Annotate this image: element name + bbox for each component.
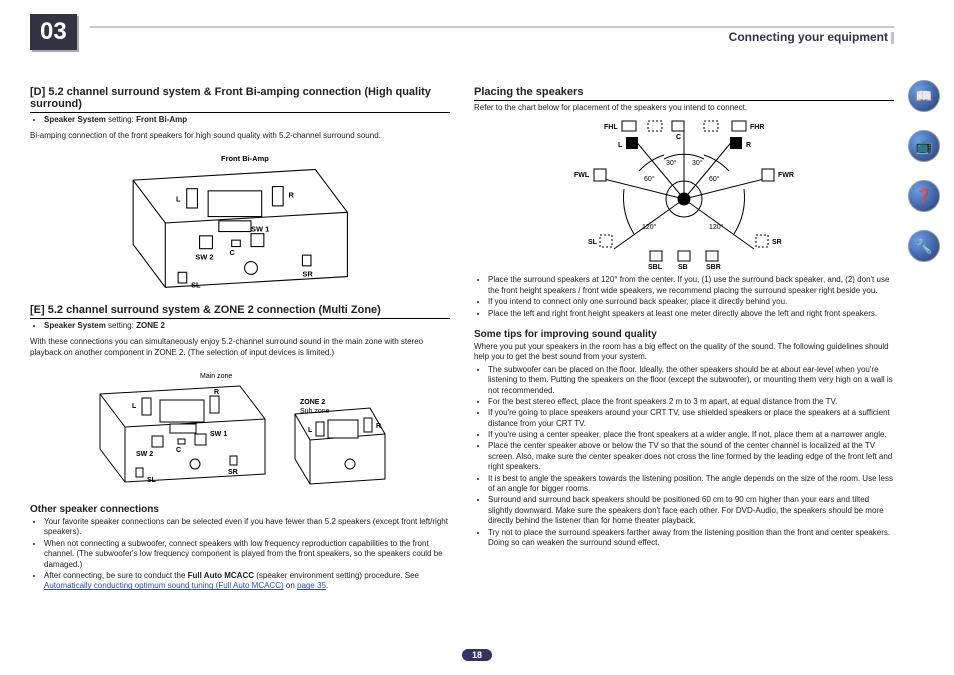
svg-text:L: L [132,403,137,410]
svg-text:120°: 120° [709,223,724,231]
svg-text:C: C [229,248,235,257]
svg-text:R: R [214,389,219,396]
section-e-setting: Speaker System setting: ZONE 2 [44,321,450,331]
svg-text:Sub zone: Sub zone [300,408,330,415]
svg-text:R: R [746,142,751,149]
figure-d: Front Bi-Amp L R C SW 2 SW 1 SL SR [30,148,450,298]
svg-text:FWR: FWR [778,172,794,179]
mcacc-link[interactable]: Automatically conducting optimum sound t… [44,581,284,590]
svg-text:120°: 120° [642,223,657,231]
svg-text:ZONE 2: ZONE 2 [300,399,325,406]
section-d-desc: Bi-amping connection of the front speake… [30,131,450,141]
tips-bullets: The subwoofer can be placed on the floor… [474,365,894,549]
placing-intro: Refer to the chart below for placement o… [474,103,894,113]
svg-text:SB: SB [678,264,688,269]
chapter-badge: 03 [30,14,77,50]
svg-text:30°: 30° [692,159,703,167]
svg-text:Main zone: Main zone [200,373,232,380]
svg-text:SW 1: SW 1 [210,431,227,438]
tips-title: Some tips for improving sound quality [474,329,894,340]
svg-text:FHL: FHL [604,124,618,131]
svg-text:SR: SR [228,469,238,476]
svg-text:R: R [288,190,294,199]
svg-text:C: C [676,134,681,141]
svg-text:L: L [176,194,181,203]
book-icon[interactable]: 📖 [908,80,940,112]
svg-text:SL: SL [191,280,201,289]
svg-text:SW 1: SW 1 [692,119,709,120]
other-bullets: Your favorite speaker connections can be… [30,517,450,592]
header-rule [90,26,894,28]
svg-text:SW 2: SW 2 [136,451,153,458]
svg-text:SW 2: SW 2 [195,252,213,261]
remote-icon[interactable]: 📺 [908,130,940,162]
svg-text:SL: SL [588,239,598,246]
section-e-title: [E] 5.2 channel surround system & ZONE 2… [30,304,450,319]
svg-text:60°: 60° [709,175,720,183]
header-title: Connecting your equipment [723,30,894,44]
svg-text:Front Bi-Amp: Front Bi-Amp [221,154,269,163]
side-icons: 📖 📺 ❓ 🔧 [908,80,940,262]
svg-text:FHR: FHR [750,124,764,131]
svg-text:SR: SR [772,239,782,246]
left-column: [D] 5.2 channel surround system & Front … [30,80,450,598]
other-title: Other speaker connections [30,504,450,515]
svg-text:C: C [176,447,181,454]
svg-text:R: R [376,423,381,430]
svg-text:SW 1: SW 1 [251,224,269,233]
placing-title: Placing the speakers [474,86,894,101]
right-column: Placing the speakers Refer to the chart … [474,80,894,598]
section-d-title: [D] 5.2 channel surround system & Front … [30,86,450,113]
tips-intro: Where you put your speakers in the room … [474,342,894,363]
svg-text:60°: 60° [644,175,655,183]
placing-bullets: Place the surround speakers at 120° from… [474,275,894,319]
svg-text:L: L [308,427,313,434]
figure-e: Main zone ZONE 2 Sub zone L R C SW 2 SW … [30,364,450,494]
tools-icon[interactable]: 🔧 [908,230,940,262]
svg-text:SL: SL [147,477,157,484]
section-d-setting: Speaker System setting: Front Bi-Amp [44,115,450,125]
svg-text:FWL: FWL [574,172,590,179]
svg-text:30°: 30° [666,159,677,167]
page-link[interactable]: page 35 [297,581,326,590]
svg-text:SBR: SBR [706,264,721,269]
svg-text:L: L [618,142,623,149]
svg-text:SBL: SBL [648,264,663,269]
page-number: 18 [462,649,492,661]
figure-placement: FHL SW 2 SW 1 FHR C L R FWL FWR SL [474,119,894,269]
section-e-desc: With these connections you can simultane… [30,337,450,358]
svg-text:SW 2: SW 2 [644,119,661,120]
svg-text:SR: SR [302,269,313,278]
help-icon[interactable]: ❓ [908,180,940,212]
